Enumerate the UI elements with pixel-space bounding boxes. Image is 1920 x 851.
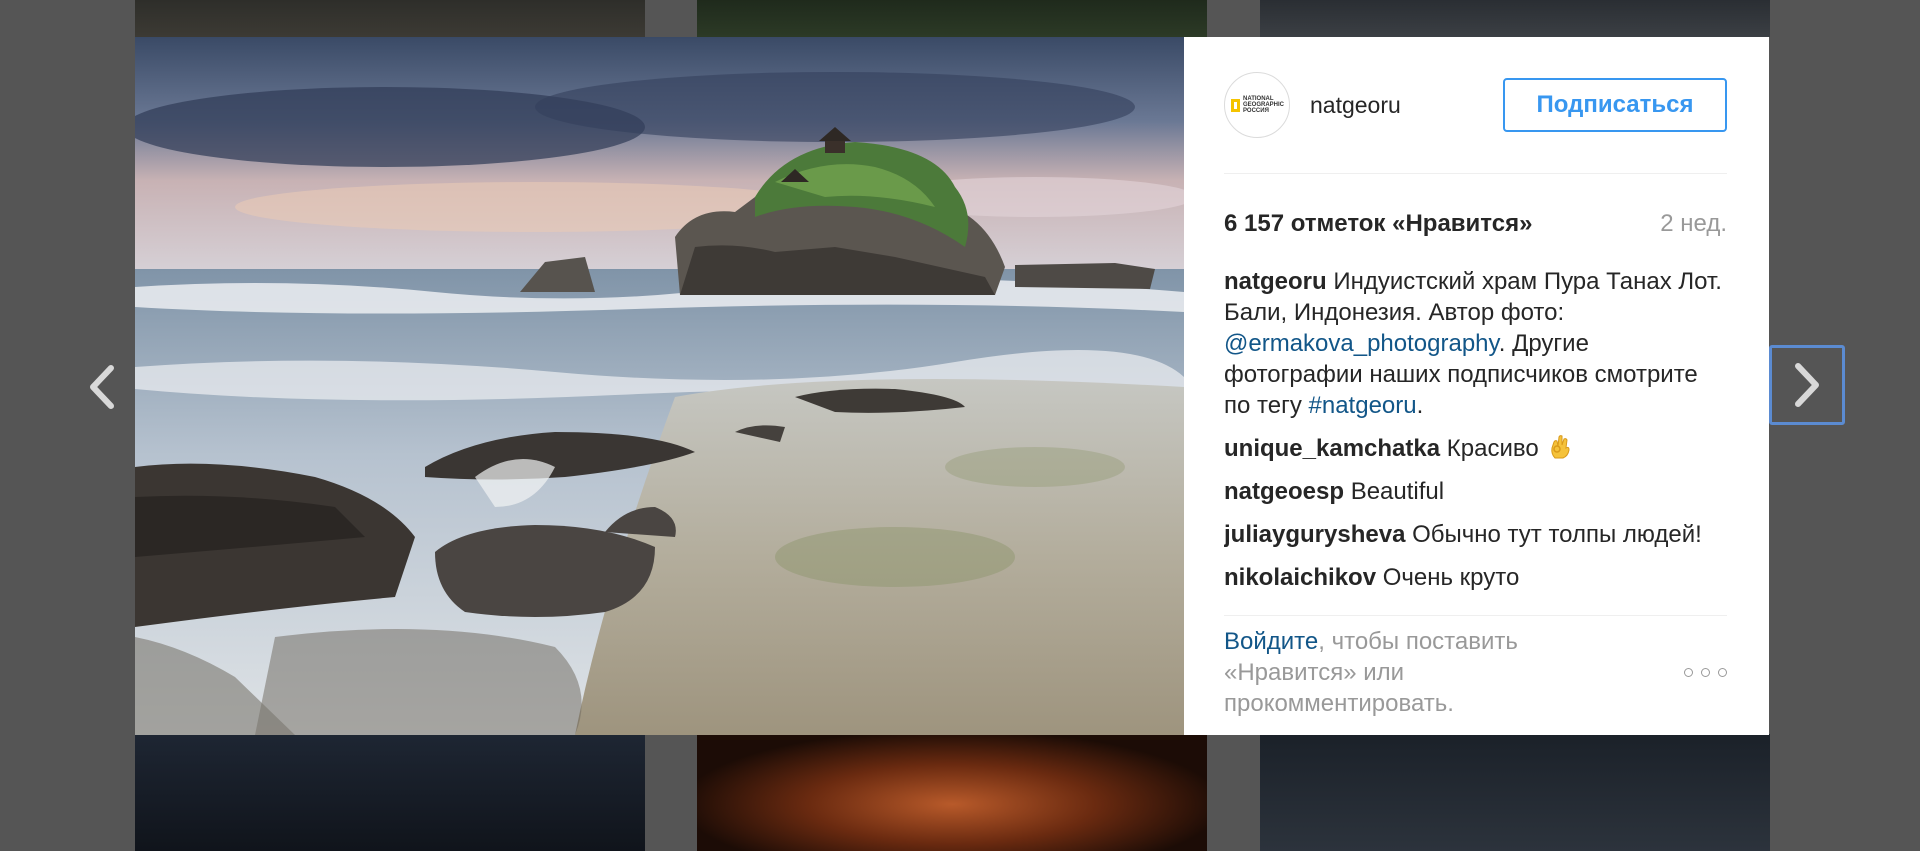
- likes-count[interactable]: 6 157 отметок «Нравится»: [1224, 210, 1532, 238]
- previous-post-button[interactable]: [67, 347, 137, 427]
- grid-photo-thumbnail[interactable]: [1260, 734, 1770, 851]
- post-stats: 6 157 отметок «Нравится» 2 нед.: [1224, 210, 1727, 238]
- avatar[interactable]: NATIONAL GEOGRAPHIC РОССИЯ: [1224, 72, 1290, 138]
- grid-photo-thumbnail[interactable]: [697, 0, 1207, 37]
- username-link[interactable]: natgeoru: [1310, 92, 1503, 119]
- natgeo-logo-icon: NATIONAL GEOGRAPHIC РОССИЯ: [1231, 96, 1285, 114]
- post-footer: Войдите, чтобы поставить «Нравится» или …: [1224, 615, 1727, 719]
- post-time-ago[interactable]: 2 нед.: [1660, 210, 1727, 238]
- comment-text: Красиво: [1440, 435, 1539, 462]
- list-item: natgeoesp Beautiful: [1224, 476, 1727, 507]
- more-options-button[interactable]: [1684, 668, 1727, 677]
- post-modal: NATIONAL GEOGRAPHIC РОССИЯ natgeoru Подп…: [135, 37, 1769, 735]
- mention-link[interactable]: @ermakova_photography: [1224, 330, 1499, 357]
- chevron-right-icon: [1795, 363, 1819, 407]
- comment-text: Обычно тут толпы людей!: [1405, 521, 1702, 548]
- list-item: juliaygurysheva Обычно тут толпы людей!: [1224, 519, 1727, 550]
- chevron-left-icon: [90, 365, 114, 409]
- grid-photo-thumbnail[interactable]: [135, 0, 645, 37]
- comment-text: Очень круто: [1376, 564, 1520, 591]
- hashtag-link[interactable]: #natgeoru: [1309, 392, 1417, 419]
- list-item: unique_kamchatka Красиво: [1224, 433, 1727, 464]
- more-dots-icon: [1718, 668, 1727, 677]
- post-header: NATIONAL GEOGRAPHIC РОССИЯ natgeoru Подп…: [1224, 37, 1727, 174]
- comment-author[interactable]: unique_kamchatka: [1224, 435, 1440, 462]
- more-dots-icon: [1701, 668, 1710, 677]
- follow-button[interactable]: Подписаться: [1503, 78, 1727, 132]
- comment-author[interactable]: natgeoru: [1224, 268, 1327, 295]
- comment-author[interactable]: juliaygurysheva: [1224, 521, 1405, 548]
- grid-photo-thumbnail[interactable]: [135, 734, 645, 851]
- natgeo-frame-icon: [1231, 98, 1240, 112]
- post-details-panel: NATIONAL GEOGRAPHIC РОССИЯ natgeoru Подп…: [1184, 37, 1769, 735]
- comment-text: Beautiful: [1344, 478, 1445, 505]
- caption: natgeoru Индуистский храм Пура Танах Лот…: [1224, 266, 1727, 421]
- ok-hand-emoji-icon: [1551, 435, 1570, 459]
- more-dots-icon: [1684, 668, 1693, 677]
- login-link[interactable]: Войдите: [1224, 628, 1318, 655]
- caption-text: .: [1416, 392, 1424, 419]
- comments-list[interactable]: natgeoru Индуистский храм Пура Танах Лот…: [1224, 266, 1727, 601]
- next-post-button[interactable]: [1769, 345, 1845, 425]
- list-item: nikolaichikov Очень круто: [1224, 562, 1727, 593]
- login-prompt: Войдите, чтобы поставить «Нравится» или …: [1224, 626, 1564, 719]
- post-photo[interactable]: [135, 37, 1184, 735]
- grid-photo-thumbnail[interactable]: [697, 734, 1207, 851]
- seascape-photo-image: [135, 37, 1184, 735]
- avatar-logo-text: NATIONAL GEOGRAPHIC РОССИЯ: [1243, 96, 1285, 114]
- grid-photo-thumbnail[interactable]: [1260, 0, 1770, 37]
- comment-author[interactable]: natgeoesp: [1224, 478, 1344, 505]
- comment-author[interactable]: nikolaichikov: [1224, 564, 1376, 591]
